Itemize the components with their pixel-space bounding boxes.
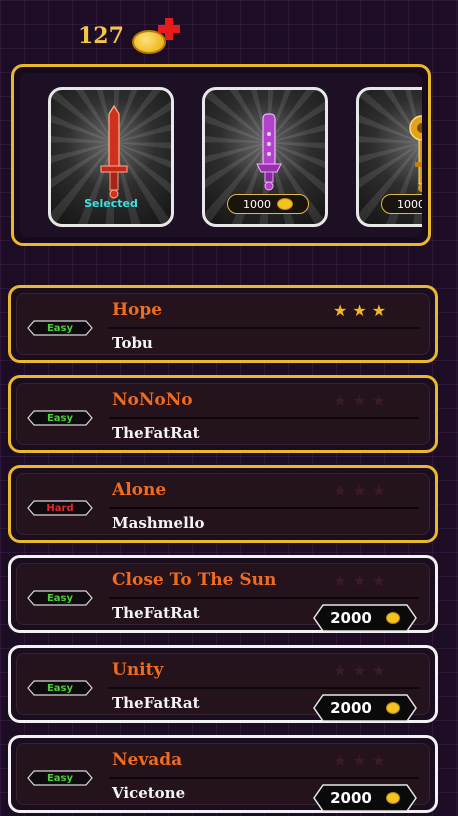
divider xyxy=(109,507,419,509)
star-icon: ★ xyxy=(352,751,367,770)
shop-item-purple-sword[interactable]: 1000 xyxy=(202,87,328,227)
star-icon: ★ xyxy=(371,301,387,320)
item-price: 1000 xyxy=(227,194,309,214)
divider xyxy=(109,777,419,779)
song-artist: TheFatRat xyxy=(112,424,200,442)
difficulty-badge: Hard xyxy=(27,500,93,516)
unlock-price-value: 2000 xyxy=(330,609,372,627)
unlock-price-button[interactable]: 2000 xyxy=(313,694,417,722)
star-icon: ★ xyxy=(333,391,348,410)
star-icon: ★ xyxy=(333,751,348,770)
star-icon: ★ xyxy=(333,661,348,680)
star-icon: ★ xyxy=(371,571,387,590)
song-row[interactable]: Easy Unity TheFatRat ★ ★ ★ 2000 xyxy=(8,645,438,723)
star-rating: ★ ★ ★ xyxy=(333,753,386,769)
coin-counter: 127 xyxy=(78,18,166,54)
difficulty-label: Easy xyxy=(46,322,74,334)
unlock-price-button[interactable]: 2000 xyxy=(313,784,417,812)
star-icon: ★ xyxy=(352,481,367,500)
difficulty-label: Easy xyxy=(46,682,74,694)
unlock-price-value: 2000 xyxy=(330,789,372,807)
unlock-price-value: 2000 xyxy=(330,699,372,717)
song-artist: Mashmello xyxy=(112,514,205,532)
difficulty-badge: Easy xyxy=(27,320,93,336)
difficulty-badge: Easy xyxy=(27,410,93,426)
star-icon: ★ xyxy=(333,481,348,500)
difficulty-badge: Easy xyxy=(27,680,93,696)
star-rating: ★ ★ ★ xyxy=(333,663,386,679)
song-title: Close To The Sun xyxy=(112,570,277,590)
difficulty-badge: Easy xyxy=(27,590,93,606)
selected-label: Selected xyxy=(84,197,138,210)
divider xyxy=(109,687,419,689)
coin-icon xyxy=(385,702,400,714)
difficulty-label: Easy xyxy=(46,412,74,424)
coin-icon xyxy=(385,612,400,624)
star-icon: ★ xyxy=(352,661,367,680)
item-price-value: 1000 xyxy=(397,197,422,211)
star-rating: ★ ★ ★ xyxy=(333,393,386,409)
divider xyxy=(109,417,419,419)
star-icon: ★ xyxy=(371,481,387,500)
song-title: Hope xyxy=(112,300,163,320)
star-icon: ★ xyxy=(371,751,387,770)
coin-icon xyxy=(385,792,400,804)
star-icon: ★ xyxy=(333,571,348,590)
difficulty-label: Easy xyxy=(46,772,74,784)
difficulty-label: Hard xyxy=(46,502,74,514)
star-rating: ★ ★ ★ xyxy=(333,483,386,499)
song-artist: Tobu xyxy=(112,334,153,352)
star-icon: ★ xyxy=(333,301,348,320)
song-title: NoNoNo xyxy=(112,390,193,410)
divider xyxy=(109,327,419,329)
item-price-value: 1000 xyxy=(243,197,271,211)
song-title: Unity xyxy=(112,660,164,680)
star-icon: ★ xyxy=(352,301,367,320)
star-icon: ★ xyxy=(352,391,367,410)
item-price: 1000 xyxy=(381,194,422,214)
difficulty-badge: Easy xyxy=(27,770,93,786)
star-icon: ★ xyxy=(371,391,387,410)
star-rating: ★ ★ ★ xyxy=(333,573,386,589)
item-shop-carousel[interactable]: Selected 1000 100 xyxy=(11,64,431,246)
song-row[interactable]: Easy NoNoNo TheFatRat ★ ★ ★ xyxy=(8,375,438,453)
star-rating: ★ ★ ★ xyxy=(333,303,386,319)
divider xyxy=(109,597,419,599)
song-row[interactable]: Hard Alone Mashmello ★ ★ ★ xyxy=(8,465,438,543)
coin-count: 127 xyxy=(78,23,124,49)
song-artist: TheFatRat xyxy=(112,694,200,712)
song-row[interactable]: Easy Close To The Sun TheFatRat ★ ★ ★ 2000 xyxy=(8,555,438,633)
song-artist: TheFatRat xyxy=(112,604,200,622)
song-row[interactable]: Easy Hope Tobu ★ ★ ★ xyxy=(8,285,438,363)
shop-item-red-sword[interactable]: Selected xyxy=(48,87,174,227)
shop-item-golden-key[interactable]: 1000 xyxy=(356,87,422,227)
song-title: Alone xyxy=(112,480,167,500)
song-artist: Vicetone xyxy=(112,784,186,802)
difficulty-label: Easy xyxy=(46,592,74,604)
star-icon: ★ xyxy=(352,571,367,590)
unlock-price-button[interactable]: 2000 xyxy=(313,604,417,632)
star-icon: ★ xyxy=(371,661,387,680)
song-title: Nevada xyxy=(112,750,183,770)
coin-icon xyxy=(277,198,293,210)
plus-icon[interactable] xyxy=(158,18,180,40)
song-row[interactable]: Easy Nevada Vicetone ★ ★ ★ 2000 xyxy=(8,735,438,813)
